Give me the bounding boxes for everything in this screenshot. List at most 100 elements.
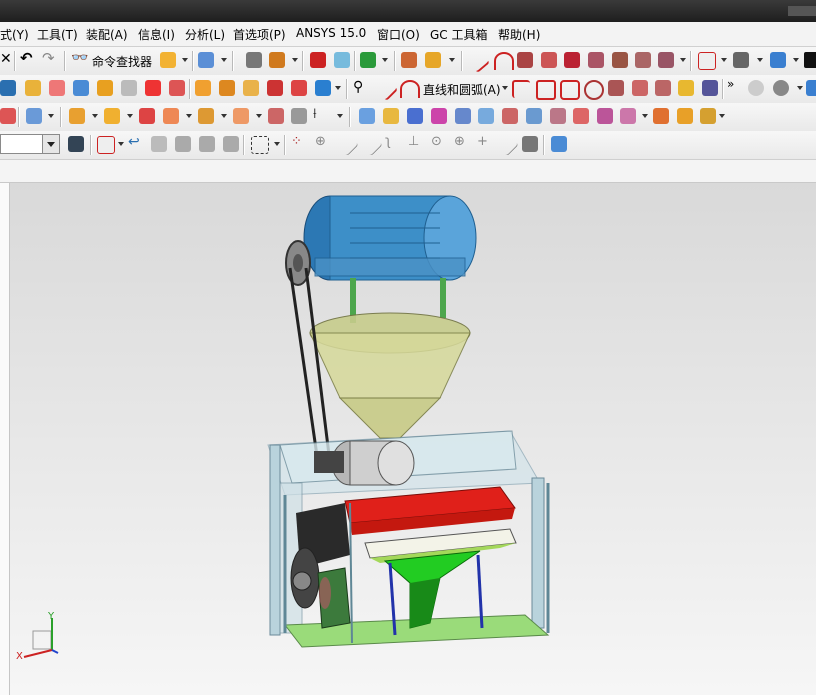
steering-wheel-icon[interactable] <box>804 52 816 68</box>
pad-icon[interactable] <box>243 80 259 96</box>
chevron-down-icon[interactable] <box>449 58 455 62</box>
help-icon[interactable] <box>0 80 16 96</box>
face-snap-icon[interactable] <box>522 136 538 152</box>
revolve-icon[interactable] <box>564 52 580 68</box>
circle-center-snap-icon[interactable]: ⊙ <box>431 134 447 150</box>
menu-preferences[interactable]: 首选项(P) <box>233 26 286 43</box>
boss-icon[interactable] <box>195 80 211 96</box>
sketch-extend-icon[interactable] <box>655 80 671 96</box>
sketch-arc-icon[interactable] <box>400 80 420 98</box>
studio-surface-icon[interactable] <box>431 108 447 124</box>
extrude-icon[interactable] <box>541 52 557 68</box>
chevron-down-icon[interactable] <box>42 135 59 153</box>
menu-window[interactable]: 窗口(O) <box>377 26 420 43</box>
deselect-icon[interactable]: ↩ <box>128 134 144 150</box>
book-icon[interactable] <box>407 108 423 124</box>
conic-icon[interactable] <box>608 80 624 96</box>
toolbar-overflow-icon[interactable]: » <box>727 77 734 91</box>
menu-information[interactable]: 信息(I) <box>138 26 175 43</box>
exploded-view-icon[interactable] <box>233 108 249 124</box>
menu-tools[interactable]: 工具(T) <box>37 26 78 43</box>
model-view[interactable] <box>0 183 816 695</box>
chevron-down-icon[interactable] <box>127 114 133 118</box>
sketch-trim-icon[interactable] <box>632 80 648 96</box>
cylinder-icon[interactable] <box>97 80 113 96</box>
shade-icon[interactable] <box>773 80 789 96</box>
fillet-icon[interactable] <box>512 80 530 98</box>
chevron-down-icon[interactable] <box>793 58 799 62</box>
bridge-icon[interactable] <box>658 52 674 68</box>
array-component-icon[interactable] <box>163 108 179 124</box>
quick-pick-icon[interactable] <box>151 136 167 152</box>
slot-icon[interactable] <box>267 80 283 96</box>
chevron-down-icon[interactable] <box>48 114 54 118</box>
point-snap-icon[interactable]: ⁘ <box>291 134 307 150</box>
profile-icon[interactable]: ⚲ <box>353 79 369 95</box>
render-style-icon[interactable] <box>733 52 749 68</box>
add-component-icon[interactable] <box>69 108 85 124</box>
trim-icon[interactable] <box>612 52 628 68</box>
title-bar-scroll[interactable] <box>788 6 816 16</box>
chevron-down-icon[interactable] <box>182 58 188 62</box>
menu-format[interactable]: 式(Y) <box>0 26 29 43</box>
chevron-down-icon[interactable] <box>757 58 763 62</box>
spline-icon[interactable] <box>517 52 533 68</box>
fit-view-icon[interactable] <box>698 52 716 70</box>
point-on-curve-icon[interactable] <box>495 132 519 157</box>
mirror-assembly-icon[interactable] <box>139 108 155 124</box>
wcs-icon[interactable] <box>269 52 285 68</box>
trim-body-icon[interactable] <box>573 108 589 124</box>
sketch-icon[interactable] <box>25 80 41 96</box>
quadrant-snap-icon[interactable]: ⊕ <box>454 134 470 150</box>
n-sided-icon[interactable] <box>455 108 471 124</box>
curve-snap-icon[interactable]: ʅ <box>385 134 401 150</box>
measure-icon[interactable] <box>334 52 350 68</box>
extension-icon[interactable] <box>620 108 636 124</box>
face-blend-icon[interactable] <box>502 108 518 124</box>
chevron-down-icon[interactable] <box>274 142 280 146</box>
chevron-down-icon[interactable] <box>118 142 124 146</box>
chevron-down-icon[interactable] <box>92 114 98 118</box>
sew-icon[interactable] <box>526 108 542 124</box>
redo-icon[interactable]: ↷ <box>42 49 58 67</box>
through-curves-icon[interactable] <box>383 108 399 124</box>
offset-icon[interactable] <box>635 52 651 68</box>
cone-icon[interactable] <box>121 80 137 96</box>
curve-arc-label[interactable]: 直线和圆弧(A) <box>423 81 501 98</box>
line-snap-icon[interactable] <box>335 132 359 157</box>
menu-help[interactable]: 帮助(H) <box>498 26 540 43</box>
chevron-down-icon[interactable] <box>221 58 227 62</box>
surface-icon[interactable] <box>359 108 375 124</box>
rectangle-select-icon[interactable] <box>251 136 269 154</box>
pocket-icon[interactable] <box>219 80 235 96</box>
feature-icon[interactable] <box>160 52 176 68</box>
groove-icon[interactable] <box>291 80 307 96</box>
thicken-icon[interactable] <box>550 108 566 124</box>
menu-analysis[interactable]: 分析(L) <box>185 26 225 43</box>
view-orient-icon[interactable] <box>770 52 786 68</box>
chevron-down-icon[interactable] <box>502 86 508 90</box>
dimension-icon[interactable] <box>401 52 417 68</box>
replace-component-icon[interactable] <box>198 108 214 124</box>
snap-filter-icon[interactable] <box>68 136 84 152</box>
bend-icon[interactable] <box>700 108 716 124</box>
shell-icon[interactable] <box>315 80 331 96</box>
chevron-down-icon[interactable] <box>642 114 648 118</box>
line-icon[interactable] <box>466 48 490 74</box>
sheet-metal-icon[interactable] <box>653 108 669 124</box>
chevron-down-icon[interactable] <box>797 86 803 90</box>
menu-gc-toolbox[interactable]: GC 工具箱 <box>430 26 488 43</box>
chevron-down-icon[interactable] <box>186 114 192 118</box>
chevron-down-icon[interactable] <box>221 114 227 118</box>
sequence-icon[interactable] <box>268 108 284 124</box>
rectangle-icon[interactable] <box>536 80 556 100</box>
existing-point-snap-icon[interactable]: + <box>477 134 493 150</box>
drafting-icon[interactable] <box>425 52 441 68</box>
arc-icon[interactable] <box>494 52 514 70</box>
select-all-icon[interactable] <box>97 136 115 154</box>
polygon-icon[interactable] <box>560 80 580 100</box>
chevron-down-icon[interactable] <box>382 58 388 62</box>
clearance-icon[interactable] <box>291 108 307 124</box>
center-snap-icon[interactable]: ⊕ <box>315 134 331 150</box>
type-filter-select[interactable] <box>0 134 60 154</box>
